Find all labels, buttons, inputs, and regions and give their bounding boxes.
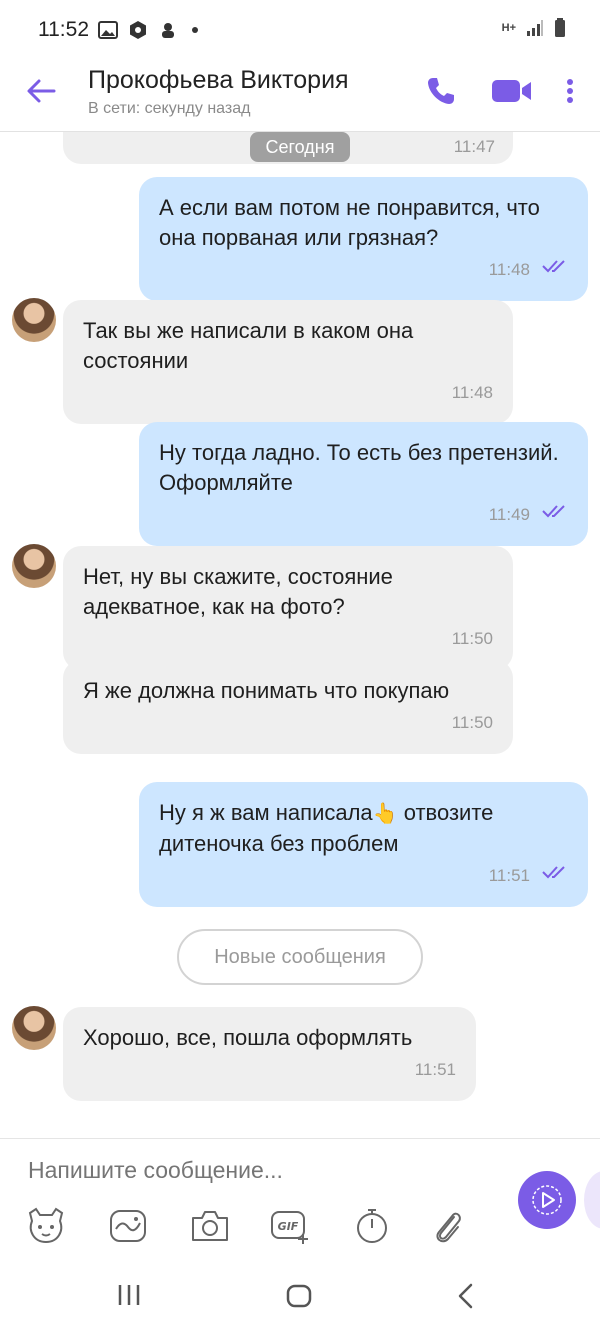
chat-header: Прокофьева Виктория В сети: секунду наза… <box>0 60 600 132</box>
composer: GIF <box>0 1138 600 1258</box>
read-check-icon <box>542 505 565 518</box>
read-check-icon <box>542 866 565 879</box>
message-text: Ну тогда ладно. То есть без претензий. О… <box>159 440 559 495</box>
timer-icon[interactable] <box>352 1207 392 1245</box>
status-system-icons: H+ <box>502 18 566 38</box>
message-incoming[interactable]: Нет, ну вы скажите, состояние адекватное… <box>63 546 513 670</box>
contact-status: В сети: секунду назад <box>88 100 251 117</box>
contact-avatar[interactable] <box>12 544 56 588</box>
message-text: Нет, ну вы скажите, состояние адекватное… <box>83 564 393 619</box>
gif-icon[interactable]: GIF <box>270 1207 310 1245</box>
message-outgoing[interactable]: Ну тогда ладно. То есть без претензий. О… <box>139 422 588 546</box>
message-outgoing[interactable]: Ну я ж вам написала👆 отвозите дитеночка … <box>139 782 588 907</box>
message-time: 11:51 <box>488 866 530 885</box>
date-divider: Сегодня <box>250 132 350 162</box>
message-text: Ну я ж вам написала👆 отвозите дитеночка … <box>159 798 568 859</box>
home-icon[interactable] <box>284 1282 314 1310</box>
video-camera-icon[interactable] <box>490 74 534 108</box>
paperclip-icon[interactable] <box>428 1207 468 1245</box>
message-incoming[interactable]: Я же должна понимать что покупаю 11:50 <box>63 660 513 754</box>
contact-avatar[interactable] <box>12 1006 56 1050</box>
message-incoming[interactable]: Хорошо, все, пошла оформлять 11:51 <box>63 1007 476 1101</box>
message-time: 11:51 <box>414 1060 456 1079</box>
back-nav-icon[interactable] <box>454 1282 478 1310</box>
message-time: 11:50 <box>451 713 493 732</box>
svg-text:GIF: GIF <box>278 1220 299 1233</box>
message-time-row: 11:51 <box>159 861 568 891</box>
pointing-up-emoji-icon: 👆 <box>372 803 398 825</box>
signal-icon <box>527 20 543 36</box>
contact-name[interactable]: Прокофьева Виктория <box>88 66 349 95</box>
status-notification-icons <box>98 20 198 40</box>
status-bar: 11:52 H+ <box>0 0 600 60</box>
send-icon <box>532 1185 562 1215</box>
camera-icon[interactable] <box>190 1207 230 1245</box>
phone-icon[interactable] <box>424 74 458 108</box>
app-notification-icon <box>130 21 146 39</box>
recent-apps-icon[interactable] <box>114 1282 144 1308</box>
gallery-notification-icon <box>98 21 118 39</box>
sticker-icon[interactable] <box>26 1207 66 1245</box>
message-outgoing[interactable]: А если вам потом не понравится, что она … <box>139 177 588 301</box>
message-time-row: 11:48 <box>159 255 568 285</box>
message-time: 11:48 <box>488 260 530 279</box>
message-time-row: 11:49 <box>159 500 568 530</box>
more-notifications-dot-icon <box>192 27 198 33</box>
back-arrow-icon[interactable] <box>24 74 58 108</box>
extra-action-button[interactable] <box>584 1171 600 1229</box>
message-text: Так вы же написали в каком она состоянии <box>83 318 414 373</box>
new-messages-divider: Новые сообщения <box>177 929 423 985</box>
read-check-icon <box>542 260 565 273</box>
battery-icon <box>555 18 565 37</box>
system-nav-bar <box>0 1258 600 1332</box>
contact-avatar[interactable] <box>12 298 56 342</box>
message-time: 11:50 <box>451 629 493 648</box>
message-time: 11:49 <box>488 505 530 524</box>
message-text: А если вам потом не понравится, что она … <box>159 195 540 250</box>
more-vert-icon[interactable] <box>558 74 582 108</box>
message-time: 11:47 <box>453 137 495 156</box>
message-text: Хорошо, все, пошла оформлять <box>83 1025 413 1050</box>
game-notification-icon <box>162 23 174 38</box>
message-incoming[interactable]: Так вы же написали в каком она состоянии… <box>63 300 513 424</box>
message-list[interactable]: 11:47 Сегодня А если вам потом не понрав… <box>0 132 600 1138</box>
doodle-icon[interactable] <box>108 1207 148 1245</box>
message-text-before-emoji: Ну я ж вам написала <box>159 800 373 825</box>
message-time: 11:48 <box>451 383 493 402</box>
status-time: 11:52 <box>38 18 89 41</box>
message-text: Я же должна понимать что покупаю <box>83 678 450 703</box>
message-input[interactable] <box>28 1157 498 1184</box>
network-type-label: H+ <box>501 22 516 34</box>
send-button[interactable] <box>518 1171 576 1229</box>
